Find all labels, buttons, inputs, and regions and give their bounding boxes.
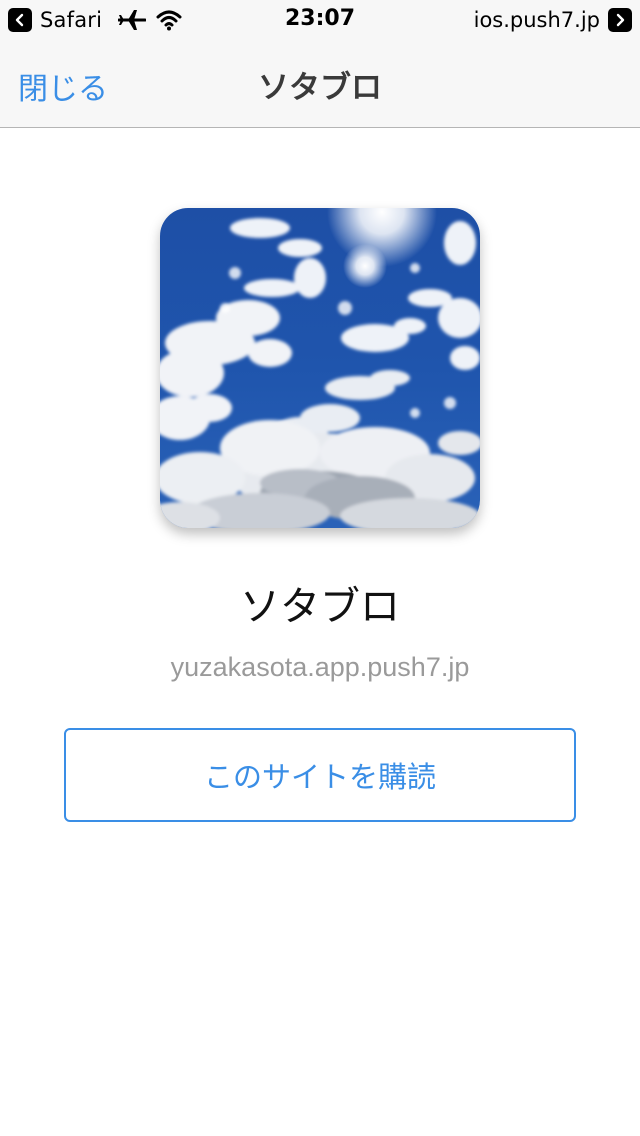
forward-site-label[interactable]: ios.push7.jp: [474, 8, 600, 32]
status-bar: Safari 23:07 ios.push7.jp: [0, 0, 640, 40]
site-name: ソタブロ: [240, 584, 400, 630]
subscribe-button[interactable]: このサイトを購読: [64, 728, 576, 822]
subscribe-screen: Safari 23:07 ios.push7.jp 閉じる ソタブロ ソタブロ …: [0, 0, 640, 1136]
site-url: yuzakasota.app.push7.jp: [170, 652, 470, 682]
sky-clouds-image: [160, 208, 480, 528]
forward-to-site[interactable]: ios.push7.jp: [474, 7, 632, 33]
site-icon: [160, 208, 480, 528]
subscribe-button-label: このサイトを購読: [203, 760, 436, 794]
nav-title: ソタブロ: [258, 70, 382, 106]
nav-bar: 閉じる ソタブロ: [0, 40, 640, 128]
forward-arrow-icon[interactable]: [608, 8, 632, 32]
